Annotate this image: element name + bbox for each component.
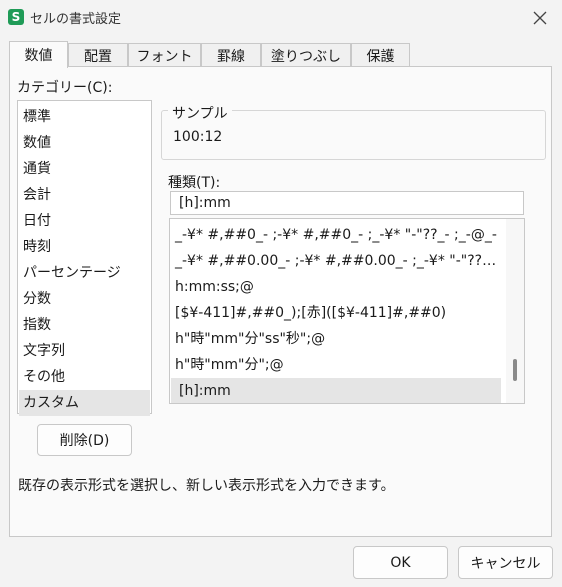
category-item-fraction[interactable]: 分数: [19, 286, 150, 312]
window-title: セルの書式設定: [30, 12, 122, 27]
format-item[interactable]: _-¥* #,##0.00_- ;-¥* #,##0.00_- ;_-¥* "-…: [171, 248, 501, 274]
category-item-time[interactable]: 時刻: [19, 234, 150, 260]
format-item[interactable]: [$¥-411]#,##0_);[赤]([$¥-411]#,##0): [171, 300, 501, 326]
category-item-scientific[interactable]: 指数: [19, 312, 150, 338]
ok-button[interactable]: OK: [353, 546, 448, 579]
close-icon: [533, 11, 547, 25]
delete-button[interactable]: 削除(D): [37, 424, 132, 456]
tab-alignment[interactable]: 配置: [68, 43, 128, 67]
cancel-button[interactable]: キャンセル: [458, 546, 553, 579]
format-item[interactable]: h"時"mm"分";@: [171, 352, 501, 378]
title-bar: S セルの書式設定: [0, 0, 562, 36]
type-input[interactable]: [h]:mm: [170, 191, 524, 215]
category-item-number[interactable]: 数値: [19, 130, 150, 156]
type-label: 種類(T):: [168, 175, 221, 191]
category-item-text[interactable]: 文字列: [19, 338, 150, 364]
category-item-accounting[interactable]: 会計: [19, 182, 150, 208]
tab-font[interactable]: フォント: [128, 43, 201, 67]
tab-border[interactable]: 罫線: [201, 43, 261, 67]
format-list-scrollbar[interactable]: [506, 219, 524, 403]
hint-text: 既存の表示形式を選択し、新しい表示形式を入力できます。: [18, 478, 395, 494]
scrollbar-thumb[interactable]: [513, 359, 517, 381]
category-item-general[interactable]: 標準: [19, 104, 150, 130]
category-item-special[interactable]: その他: [19, 364, 150, 390]
sample-legend: サンプル: [168, 103, 232, 123]
format-item-selected[interactable]: [h]:mm: [171, 378, 501, 403]
format-list[interactable]: _-¥* #,##0_- ;-¥* #,##0_- ;_-¥* "-"??_- …: [169, 218, 525, 404]
category-item-custom[interactable]: カスタム: [19, 390, 150, 416]
app-icon: S: [8, 9, 24, 25]
format-item[interactable]: h:mm:ss;@: [171, 274, 501, 300]
category-item-currency[interactable]: 通貨: [19, 156, 150, 182]
number-tab-panel: カテゴリー(C): 標準 数値 通貨 会計 日付 時刻 パーセンテージ 分数 指…: [9, 66, 552, 537]
category-label: カテゴリー(C):: [17, 80, 113, 96]
tab-number[interactable]: 数値: [9, 41, 68, 68]
category-item-date[interactable]: 日付: [19, 208, 150, 234]
format-item[interactable]: h"時"mm"分"ss"秒";@: [171, 326, 501, 352]
category-item-percentage[interactable]: パーセンテージ: [19, 260, 150, 286]
tab-fill[interactable]: 塗りつぶし: [261, 43, 351, 67]
close-button[interactable]: [526, 6, 554, 30]
format-item[interactable]: _-¥* #,##0_- ;-¥* #,##0_- ;_-¥* "-"??_- …: [171, 222, 501, 248]
sample-value: 100:12: [173, 129, 223, 145]
category-list[interactable]: 標準 数値 通貨 会計 日付 時刻 パーセンテージ 分数 指数 文字列 その他 …: [17, 100, 152, 416]
tab-protection[interactable]: 保護: [351, 43, 410, 67]
